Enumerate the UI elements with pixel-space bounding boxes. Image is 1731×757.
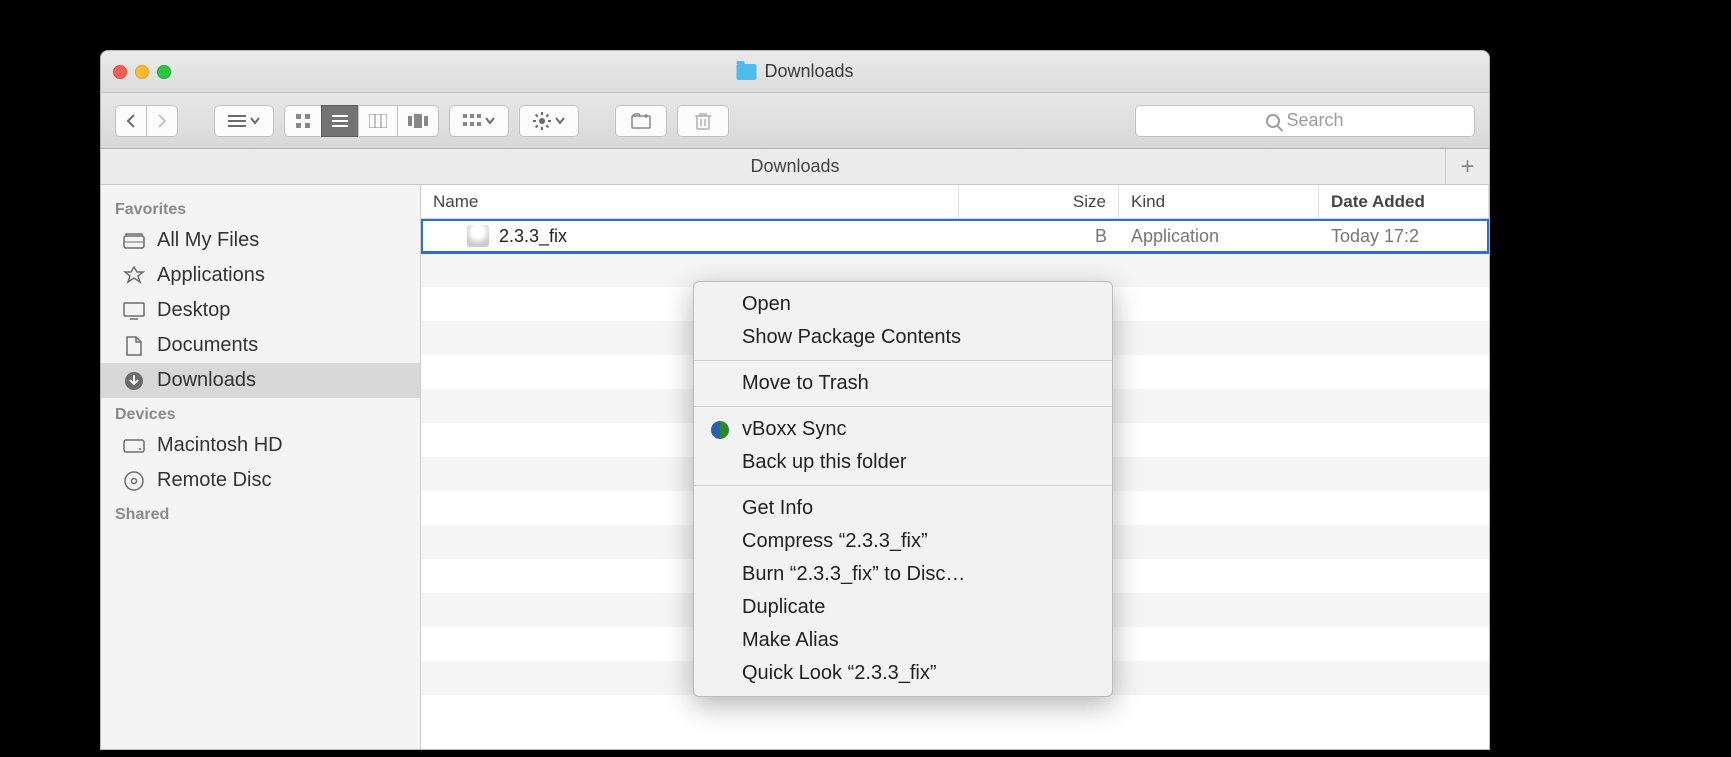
- sidebar-item-label: Desktop: [157, 299, 230, 322]
- file-row[interactable]: 2.3.3_fix B Application Today 17:2: [421, 219, 1489, 253]
- trash-button[interactable]: [677, 105, 729, 137]
- file-kind-cell: Application: [1119, 226, 1319, 247]
- menu-move-to-trash[interactable]: Move to Trash: [694, 367, 1112, 400]
- sidebar-item-remote-disc[interactable]: Remote Disc: [101, 463, 420, 498]
- item-arrangement-button[interactable]: [449, 105, 509, 137]
- coverflow-icon: [408, 114, 428, 128]
- sidebar-item-label: Downloads: [157, 369, 256, 392]
- sync-icon: [710, 420, 730, 440]
- context-menu: Open Show Package Contents Move to Trash…: [693, 281, 1113, 697]
- back-button[interactable]: [115, 105, 146, 137]
- menu-show-package-contents[interactable]: Show Package Contents: [694, 321, 1112, 354]
- menu-make-alias[interactable]: Make Alias: [694, 624, 1112, 657]
- sidebar-section-favorites: Favorites: [101, 193, 420, 223]
- coverflow-view-button[interactable]: [397, 105, 439, 137]
- view-mode-buttons: [284, 105, 439, 137]
- grid-icon: [463, 114, 481, 128]
- column-name[interactable]: Name: [421, 185, 959, 218]
- nav-buttons: [115, 105, 178, 137]
- sidebar-item-macintosh-hd[interactable]: Macintosh HD: [101, 428, 420, 463]
- traffic-lights: [113, 65, 171, 79]
- trash-icon: [695, 112, 711, 130]
- chevron-down-icon: [250, 117, 260, 125]
- chevron-down-icon: [485, 117, 495, 125]
- zoom-window-button[interactable]: [157, 65, 171, 79]
- icon-view-button[interactable]: [284, 105, 321, 137]
- search-field[interactable]: Search: [1135, 105, 1475, 137]
- column-kind[interactable]: Kind: [1119, 185, 1319, 218]
- column-date-added[interactable]: Date Added: [1319, 185, 1489, 218]
- disc-icon: [123, 471, 145, 491]
- window-title-text: Downloads: [764, 61, 853, 82]
- downloads-icon: [123, 371, 145, 391]
- menu-separator: [694, 360, 1112, 361]
- menu-separator: [694, 406, 1112, 407]
- hdd-icon: [123, 436, 145, 456]
- application-icon: [467, 225, 489, 247]
- menu-vboxx-sync[interactable]: vBoxx Sync: [694, 413, 1112, 446]
- sidebar-item-label: Applications: [157, 264, 265, 287]
- arrange-button[interactable]: [214, 105, 274, 137]
- file-date-cell: Today 17:2: [1319, 226, 1489, 247]
- sidebar-section-shared: Shared: [101, 498, 420, 528]
- gear-icon: [533, 112, 551, 130]
- desktop-icon: [123, 301, 145, 321]
- menu-quick-look[interactable]: Quick Look “2.3.3_fix”: [694, 657, 1112, 690]
- chevron-down-icon: [555, 117, 565, 125]
- folder-plus-icon: [631, 113, 651, 129]
- list-view-icon: [332, 115, 348, 127]
- minimize-window-button[interactable]: [135, 65, 149, 79]
- column-headers: Name Size Kind Date Added: [421, 185, 1489, 219]
- sidebar-item-label: All My Files: [157, 229, 259, 252]
- sidebar-item-all-my-files[interactable]: All My Files: [101, 223, 420, 258]
- file-name-cell: 2.3.3_fix: [421, 225, 959, 247]
- arrange-icon: [228, 115, 246, 127]
- sidebar-item-label: Documents: [157, 334, 258, 357]
- titlebar[interactable]: Downloads: [101, 51, 1489, 93]
- search-icon: [1266, 114, 1280, 128]
- window-title: Downloads: [736, 61, 853, 82]
- file-name: 2.3.3_fix: [499, 226, 567, 247]
- share-button[interactable]: [615, 105, 667, 137]
- current-location[interactable]: Downloads: [750, 156, 839, 177]
- menu-open[interactable]: Open: [694, 288, 1112, 321]
- list-view-button[interactable]: [321, 105, 358, 137]
- action-button[interactable]: [519, 105, 579, 137]
- sidebar-item-label: Macintosh HD: [157, 434, 283, 457]
- sidebar-item-label: Remote Disc: [157, 469, 271, 492]
- menu-duplicate[interactable]: Duplicate: [694, 591, 1112, 624]
- sidebar-section-devices: Devices: [101, 398, 420, 428]
- sidebar: Favorites All My Files Applications Desk…: [101, 185, 421, 749]
- column-view-icon: [369, 114, 387, 128]
- tab-bar: Downloads +: [101, 149, 1489, 185]
- sidebar-item-documents[interactable]: Documents: [101, 328, 420, 363]
- search-placeholder: Search: [1286, 110, 1343, 131]
- icon-view-icon: [295, 113, 311, 129]
- downloads-folder-icon: [736, 64, 756, 80]
- file-size-cell: B: [959, 226, 1119, 247]
- new-tab-button[interactable]: +: [1445, 149, 1489, 185]
- sidebar-item-desktop[interactable]: Desktop: [101, 293, 420, 328]
- column-view-button[interactable]: [358, 105, 397, 137]
- menu-compress[interactable]: Compress “2.3.3_fix”: [694, 525, 1112, 558]
- applications-icon: [123, 266, 145, 286]
- toolbar: Search: [101, 93, 1489, 149]
- forward-button[interactable]: [146, 105, 178, 137]
- documents-icon: [123, 336, 145, 356]
- all-my-files-icon: [123, 231, 145, 251]
- sidebar-item-downloads[interactable]: Downloads: [101, 363, 420, 398]
- column-size[interactable]: Size: [959, 185, 1119, 218]
- finder-window: Downloads: [100, 50, 1490, 750]
- menu-get-info[interactable]: Get Info: [694, 492, 1112, 525]
- menu-backup-folder[interactable]: Back up this folder: [694, 446, 1112, 479]
- menu-burn-to-disc[interactable]: Burn “2.3.3_fix” to Disc…: [694, 558, 1112, 591]
- sidebar-item-applications[interactable]: Applications: [101, 258, 420, 293]
- menu-separator: [694, 485, 1112, 486]
- close-window-button[interactable]: [113, 65, 127, 79]
